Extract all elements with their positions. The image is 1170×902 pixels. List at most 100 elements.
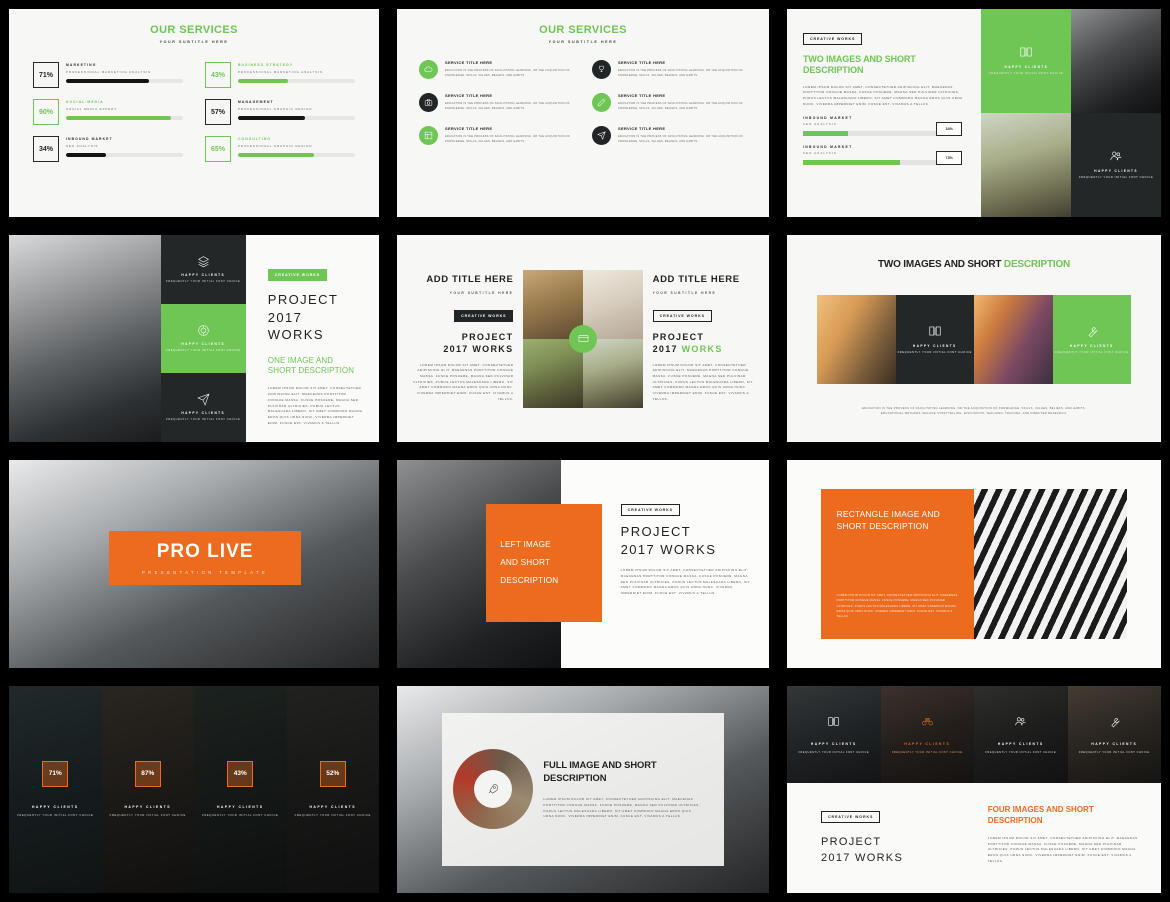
service-item: SERVICE TITLE HERE EDUCATION IS THE PROC…: [592, 126, 747, 145]
service-item: SERVICE TITLE HERE EDUCATION IS THE PROC…: [419, 126, 574, 145]
slide-cell-10[interactable]: 71% HAPPY CLIENTS FREQUENTLY YOUR INITIA…: [0, 677, 388, 902]
slide11-paragraph: LOREM IPSUM DOLOR SIT AMET, CONSECTETUER…: [543, 797, 700, 819]
service-item: SERVICE TITLE HERE EDUCATION IS THE PROC…: [419, 93, 574, 112]
slide-four-stats: 71% HAPPY CLIENTS FREQUENTLY YOUR INITIA…: [9, 686, 379, 893]
slide5-right-column: ADD TITLE HERE YOUR SUBTITLE HERE CREATI…: [652, 274, 757, 402]
slide8-paragraph: LOREM IPSUM DOLOR SIT AMET, CONSECTETUER…: [620, 568, 751, 595]
skill-sublabel: SEO ANALYSIS: [66, 144, 99, 148]
skill-bar-row: 65% CONSULTING PROFESSIONAL GRAPHIC DESI…: [205, 136, 355, 162]
slide-cell-3[interactable]: CREATIVE WORKS TWO IMAGES AND SHORT DESC…: [778, 0, 1170, 226]
skill-bar-row: 90% SOCIAL MEDIA SOCIAL MEDIA EXPERT: [33, 99, 183, 125]
service-title: SERVICE TITLE HERE: [445, 93, 493, 98]
project-year-word: WORKS: [681, 344, 723, 355]
binocular-icon: [921, 717, 933, 725]
stat-sub: FREQUENTLY YOUR INITIAL FONT CHOICE: [17, 813, 94, 817]
project-year: 2017 WORKS: [443, 344, 514, 355]
photo-tractor: [974, 295, 1053, 384]
creative-works-tag: CREATIVE WORKS: [267, 269, 328, 281]
slide-add-title: ADD TITLE HERE YOUR SUBTITLE HERE CREATI…: [397, 235, 769, 442]
service-desc: EDUCATION IS THE PROCESS OF FACILITATING…: [618, 102, 743, 111]
slide-cell-1[interactable]: OUR SERVICES YOUR SUBTITLE HERE 71% MARK…: [0, 0, 388, 226]
slide-cell-9[interactable]: RECTANGLE IMAGE AND SHORT DESCRIPTION LO…: [778, 451, 1170, 677]
skill-bar-row: 43% BUSINESS STRATEGY PROFESSIONAL MARKE…: [205, 62, 355, 88]
stat-label: HAPPY CLIENTS: [31, 804, 79, 809]
project-year: 2017 WORKS: [821, 851, 904, 864]
slide-cell-2[interactable]: OUR SERVICES YOUR SUBTITLE HERE SERVICE …: [388, 0, 778, 226]
slide-cell-6[interactable]: TWO IMAGES AND SHORT DESCRIPTION HAPPY C…: [778, 226, 1170, 451]
tile-label: HAPPY CLIENTS: [1094, 169, 1138, 174]
overlay-card: FULL IMAGE AND SHORT DESCRIPTION LOREM I…: [441, 712, 725, 867]
skill-sublabel: PROFESSIONAL MARKETING ANALYSIS: [66, 70, 151, 74]
slide1-title: OUR SERVICES: [150, 24, 238, 36]
slide-cell-11[interactable]: FULL IMAGE AND SHORT DESCRIPTION LOREM I…: [388, 677, 778, 902]
client-tile-column: HAPPY CLIENTS FREQUENTLY YOUR INITIAL FO…: [160, 235, 246, 442]
slide11-heading: FULL IMAGE AND SHORT DESCRIPTION: [543, 758, 657, 783]
skill-sublabel: PROFESSIONAL MARKETING ANALYSIS: [238, 70, 323, 74]
slide4-paragraph: LOREM IPSUM DOLOR SIT AMET, CONSECTETUER…: [267, 386, 363, 425]
slide-cell-5[interactable]: ADD TITLE HERE YOUR SUBTITLE HERE CREATI…: [388, 226, 778, 451]
cover-subtitle: PRESENTATION TEMPLATE: [141, 569, 269, 575]
stat-tile: 43% HAPPY CLIENTS FREQUENTLY YOUR INITIA…: [194, 686, 287, 893]
tile-label: HAPPY CLIENTS: [181, 341, 226, 346]
client-tile: HAPPY CLIENTS FREQUENTLY YOUR INITIAL FO…: [161, 373, 246, 442]
bar-fill: [803, 131, 849, 137]
bar-percent-box: 73%: [936, 151, 963, 166]
tile-sub: FREQUENTLY YOUR INITIAL FONT CHOICE: [985, 750, 1057, 754]
client-tile: HAPPY CLIENTS FREQUENTLY YOUR INITIAL FO…: [787, 686, 881, 784]
skill-label: MANAGEMENT: [238, 100, 274, 104]
creative-works-tag: CREATIVE WORKS: [803, 33, 863, 45]
service-desc: EDUCATION IS THE PROCESS OF FACILITATING…: [445, 102, 570, 111]
heading-dark-part: TWO IMAGES AND SHORT: [877, 259, 1004, 270]
stat-percent: 71%: [42, 760, 69, 787]
slide9-paragraph: LOREM IPSUM DOLOR SIT AMET, CONSECTETUER…: [836, 593, 958, 619]
tile-label: HAPPY CLIENTS: [912, 343, 957, 348]
slide2-service-list: SERVICE TITLE HERE EDUCATION IS THE PROC…: [397, 44, 769, 145]
tile-label: HAPPY CLIENTS: [1004, 65, 1049, 70]
skill-label: MARKETING: [66, 63, 97, 67]
card-icon: [569, 324, 597, 353]
people-icon: [1015, 716, 1026, 725]
bar-fill: [803, 160, 901, 166]
slide-cell-8[interactable]: CREATIVE WORKS PROJECT 2017 WORKS LOREM …: [388, 451, 778, 677]
project-word: PROJECT: [620, 524, 692, 539]
slide-left-image: CREATIVE WORKS PROJECT 2017 WORKS LOREM …: [397, 460, 769, 668]
skill-percent-box: 34%: [33, 136, 59, 162]
client-tile-green: HAPPY CLIENTS FREQUENTLY YOUR INITIAL FO…: [1052, 295, 1131, 384]
slide-cell-4[interactable]: HAPPY CLIENTS FREQUENTLY YOUR INITIAL FO…: [0, 226, 388, 451]
book-icon: [1020, 47, 1032, 57]
add-subtitle: YOUR SUBTITLE HERE: [449, 291, 514, 296]
skill-percent-box: 90%: [33, 99, 59, 125]
slide3-paragraph: LOREM IPSUM DOLOR SIT AMET, CONSECTETUER…: [803, 84, 963, 106]
tile-sub: FREQUENTLY YOUR INITIAL FONT CHOICE: [166, 348, 241, 352]
block-line-2: AND SHORT: [500, 558, 551, 568]
cloud-icon: [419, 60, 438, 79]
skill-percent-box: 65%: [205, 136, 231, 162]
skill-track: [66, 79, 183, 83]
slide6-heading: TWO IMAGES AND SHORT DESCRIPTION: [787, 259, 1161, 270]
tile-label: HAPPY CLIENTS: [997, 741, 1044, 746]
service-desc: EDUCATION IS THE PROCESS OF FACILITATING…: [445, 69, 570, 78]
creative-works-tag: CREATIVE WORKS: [821, 811, 881, 824]
target-icon: [198, 324, 209, 336]
skill-label: INBOUND MARKET: [66, 137, 113, 141]
slide3-heading: TWO IMAGES AND SHORT DESCRIPTION: [803, 54, 916, 76]
tile-sub: FREQUENTLY YOUR INITIAL FONT CHOICE: [166, 417, 241, 421]
book-icon: [828, 716, 839, 726]
heading-green-part: DESCRIPTION: [1003, 259, 1071, 270]
stat-label: HAPPY CLIENTS: [124, 804, 172, 809]
slide-cell-12[interactable]: HAPPY CLIENTS FREQUENTLY YOUR INITIAL FO…: [778, 677, 1170, 902]
skill-label: BUSINESS STRATEGY: [238, 63, 294, 67]
book-icon: [929, 326, 941, 335]
bar-track: 73%: [803, 151, 963, 166]
rocket-icon: [488, 784, 498, 794]
slide-cell-7[interactable]: PRO LIVE PRESENTATION TEMPLATE: [0, 451, 388, 677]
skill-label: SOCIAL MEDIA: [66, 100, 104, 104]
skill-track: [66, 153, 183, 157]
service-item: SERVICE TITLE HERE EDUCATION IS THE PROC…: [419, 60, 574, 79]
bar-percent-box: 34%: [936, 122, 963, 137]
skill-sublabel: PROFESSIONAL GRAPHIC DESIGN: [238, 107, 313, 111]
client-tile: HAPPY CLIENTS FREQUENTLY YOUR INITIAL FO…: [1067, 686, 1161, 784]
photo-collage: [523, 269, 643, 408]
tile-sub: FREQUENTLY YOUR INITIAL FONT CHOICE: [1054, 350, 1129, 354]
block-line-3: DESCRIPTION: [500, 576, 559, 586]
